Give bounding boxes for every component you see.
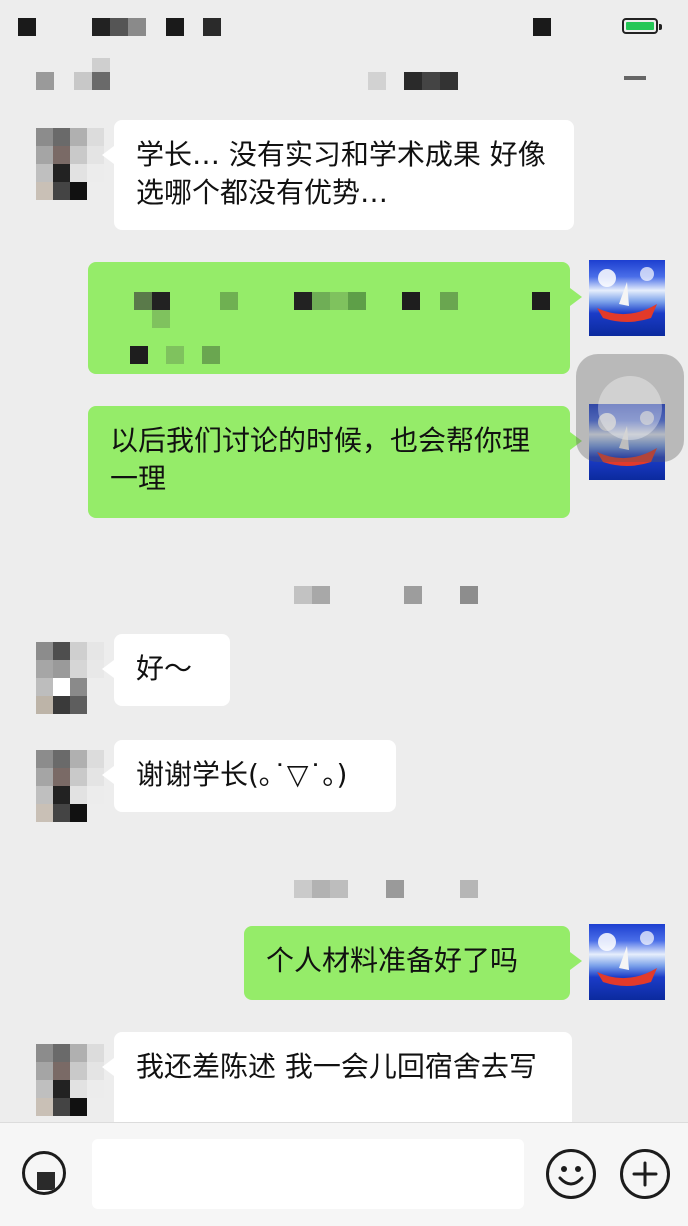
contact-avatar[interactable] (36, 642, 104, 714)
redacted-block (440, 292, 458, 310)
incoming-message[interactable]: 好～ (102, 634, 230, 706)
redacted-block (134, 292, 152, 310)
message-text: 好～ (136, 652, 193, 685)
assistive-touch-button[interactable] (576, 354, 684, 462)
redacted-block (312, 880, 330, 898)
voice-icon[interactable] (22, 1151, 66, 1195)
message-text: 学长… 没有实习和学术成果 好像选哪个都没有优势… (136, 138, 546, 209)
redacted-block (532, 292, 550, 310)
redacted-block (440, 72, 458, 90)
incoming-message[interactable]: 谢谢学长(｡˙▽˙｡) (102, 740, 396, 812)
boat-icon (597, 931, 657, 986)
timestamp (294, 880, 494, 898)
redacted-block (18, 18, 36, 36)
redacted-block (92, 18, 110, 36)
redacted-block (92, 72, 110, 90)
incoming-message[interactable]: 学长… 没有实习和学术成果 好像选哪个都没有优势… (102, 120, 574, 230)
redacted-block (330, 292, 348, 310)
redacted-block (402, 292, 420, 310)
smiley-icon (558, 1166, 584, 1186)
redacted-block (294, 880, 312, 898)
redacted-block (404, 586, 422, 604)
input-bar (0, 1122, 688, 1226)
outgoing-message[interactable]: 个人材料准备好了吗 (244, 926, 582, 1000)
outgoing-message[interactable] (88, 262, 582, 374)
redacted-block (348, 292, 366, 310)
redacted-block (128, 18, 146, 36)
message-input[interactable] (92, 1139, 524, 1209)
redacted-block (152, 292, 170, 310)
redacted-block (460, 586, 478, 604)
redacted-block (368, 72, 386, 90)
redacted-block (294, 292, 312, 310)
more-functions-button[interactable] (620, 1149, 670, 1199)
message-text: 我还差陈述 我一会儿回宿舍去写 (136, 1050, 537, 1083)
nav-bar (0, 58, 688, 114)
redacted-block (386, 880, 404, 898)
status-bar (0, 0, 688, 58)
redacted-block (404, 72, 422, 90)
my-avatar[interactable] (589, 924, 665, 1000)
redacted-block (37, 1172, 55, 1190)
assistive-touch-ring (598, 376, 662, 440)
redacted-block (312, 292, 330, 310)
message-text: 谢谢学长(｡˙▽˙｡) (136, 758, 348, 791)
redacted-block (166, 346, 184, 364)
emoji-button[interactable] (546, 1149, 596, 1199)
contact-avatar[interactable] (36, 1044, 104, 1116)
boat-icon (597, 267, 657, 322)
redacted-block (74, 72, 92, 90)
redacted-block (202, 346, 220, 364)
redacted-block (130, 346, 148, 364)
my-avatar[interactable] (589, 260, 665, 336)
outgoing-message[interactable]: 以后我们讨论的时候，也会帮你理一理 (88, 406, 582, 518)
redacted-block (422, 72, 440, 90)
timestamp (294, 586, 494, 604)
redacted-block (294, 586, 312, 604)
redacted-block (203, 18, 221, 36)
redacted-block (166, 18, 184, 36)
contact-avatar[interactable] (36, 750, 104, 822)
back-icon[interactable] (36, 72, 54, 90)
redacted-block (330, 880, 348, 898)
more-options-icon[interactable] (624, 76, 646, 80)
redacted-block (220, 292, 238, 310)
message-text: 个人材料准备好了吗 (266, 944, 519, 977)
redacted-block (460, 880, 478, 898)
chat-area: 学长… 没有实习和学术成果 好像选哪个都没有优势… 以后我们讨论的时候，也会帮你… (0, 114, 688, 1144)
battery-icon (622, 18, 662, 34)
redacted-block (110, 18, 128, 36)
redacted-block (312, 586, 330, 604)
message-text: 以后我们讨论的时候，也会帮你理一理 (110, 424, 531, 495)
plus-icon (632, 1161, 658, 1187)
redacted-block (533, 18, 551, 36)
redacted-block (152, 310, 170, 328)
contact-avatar[interactable] (36, 128, 104, 200)
